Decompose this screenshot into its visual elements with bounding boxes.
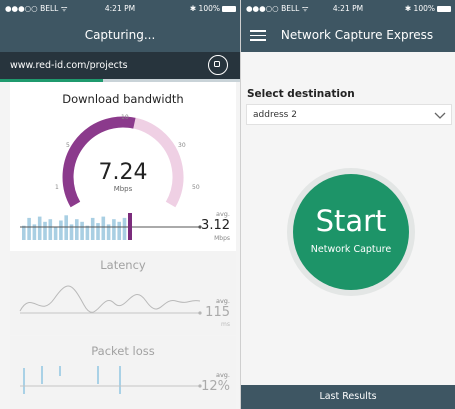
app-screens: ●●●○○ BELL ᯤ 4:21 PM ✱ 100% Capturing...… xyxy=(0,0,455,409)
history-bars xyxy=(22,215,127,240)
history-bar xyxy=(90,217,95,240)
history-bar xyxy=(43,221,47,240)
gauge-tick-5: 5 xyxy=(66,142,70,149)
page-title: Capturing... xyxy=(84,28,156,42)
gauge-tick-30: 30 xyxy=(178,142,186,149)
history-bar xyxy=(75,219,79,240)
history-bar xyxy=(112,219,116,240)
url-text: www.red-id.com/projects xyxy=(10,60,128,71)
latency-card: Latency avg. 115 ms xyxy=(10,251,236,335)
packet-loss-ticks xyxy=(23,366,121,394)
battery-percent: 100% xyxy=(413,4,435,13)
packet-loss-chart xyxy=(20,366,202,394)
latency-avg-label: avg. xyxy=(215,297,230,305)
stop-button[interactable] xyxy=(208,55,228,75)
battery-percent: 100% xyxy=(198,4,220,13)
download-avg-unit: Mbps xyxy=(214,235,230,242)
history-bar xyxy=(27,217,31,240)
capturing-screen: ●●●○○ BELL ᯤ 4:21 PM ✱ 100% Capturing...… xyxy=(0,0,240,409)
start-capture-button[interactable]: Start Network Capture xyxy=(293,174,409,290)
latency-avg-value: 115 xyxy=(205,305,230,320)
battery-icon xyxy=(437,6,451,12)
download-avg-label: avg. xyxy=(215,210,230,218)
last-results-tab[interactable]: Last Results xyxy=(241,385,455,409)
chevron-down-icon xyxy=(434,112,446,119)
destination-value: address 2 xyxy=(253,110,297,120)
history-bar xyxy=(96,223,100,240)
history-bar xyxy=(122,217,127,240)
app-title: Network Capture Express xyxy=(280,28,434,42)
battery-indicator: ✱ 100% xyxy=(190,0,236,18)
packet-loss-card: Packet loss avg. 12% xyxy=(10,336,236,409)
destination-label: Select destination xyxy=(247,88,355,100)
history-bar xyxy=(48,219,53,240)
stop-icon xyxy=(214,61,220,67)
history-bar xyxy=(22,225,26,240)
battery-icon xyxy=(222,6,236,12)
history-bar xyxy=(64,215,68,240)
header-bar: Network Capture Express xyxy=(241,18,455,52)
status-bar: ●●●○○ BELL ᯤ 4:21 PM ✱ 100% xyxy=(0,0,240,18)
history-bar xyxy=(85,225,90,240)
latency-line xyxy=(19,285,201,313)
network-capture-screen: ●●●○○ BELL ᯤ 4:21 PM ✱ 100% Network Capt… xyxy=(241,0,455,409)
start-sublabel: Network Capture xyxy=(310,244,392,255)
history-bar xyxy=(117,221,121,240)
url-bar: www.red-id.com/projects xyxy=(0,52,240,79)
download-avg-value: 3.12 xyxy=(201,218,230,233)
history-bar xyxy=(59,220,63,240)
packet-loss-avg-value: 12% xyxy=(201,379,230,394)
download-speed-value: 7.24 xyxy=(98,160,148,185)
status-bar: ●●●○○ BELL ᯤ 4:21 PM ✱ 100% xyxy=(241,0,455,18)
packet-loss-avg-label: avg. xyxy=(215,371,230,379)
history-marker xyxy=(128,213,132,240)
history-bar xyxy=(53,227,58,240)
header-bar: Capturing... xyxy=(0,18,240,52)
history-bar xyxy=(80,221,84,240)
start-label: Start xyxy=(315,204,387,238)
gauge-tick-10: 10 xyxy=(121,114,129,121)
download-bandwidth-card: Download bandwidth 1 5 10 30 50 7.24 Mbp… xyxy=(10,82,236,251)
latency-chart xyxy=(19,285,202,315)
latency-end-dot xyxy=(198,311,202,315)
download-speed-unit: Mbps xyxy=(113,185,133,193)
latency-avg-unit: ms xyxy=(221,321,230,328)
history-bar xyxy=(101,216,106,240)
destination-select[interactable]: address 2 xyxy=(246,104,452,125)
battery-indicator: ✱ 100% xyxy=(405,0,451,18)
history-bar xyxy=(37,216,42,240)
